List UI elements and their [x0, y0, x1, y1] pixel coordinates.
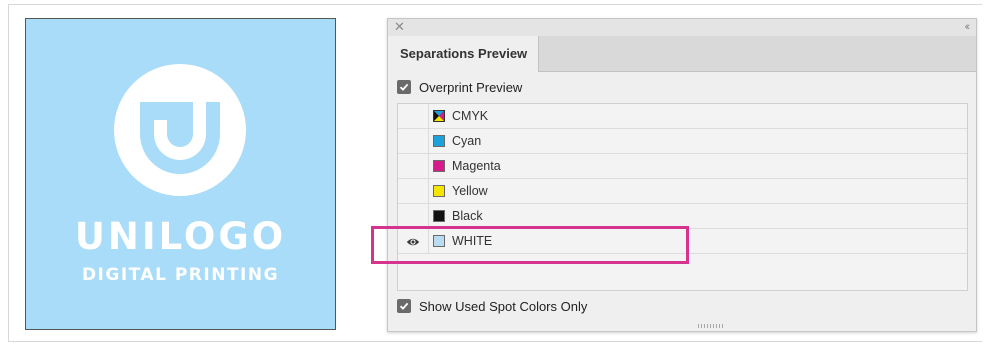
double-chevron-icon[interactable]: ‹‹ — [965, 20, 971, 34]
separation-row-magenta[interactable]: Magenta — [398, 154, 967, 179]
overprint-preview-option[interactable]: Overprint Preview — [397, 79, 522, 95]
overprint-preview-label: Overprint Preview — [419, 79, 523, 95]
tab-separations-preview[interactable]: Separations Preview — [388, 36, 539, 72]
brand-tagline: DIGITAL PRINTING — [81, 265, 280, 285]
resize-grip[interactable] — [698, 324, 724, 328]
yellow-swatch — [433, 185, 445, 197]
visibility-toggle[interactable] — [398, 179, 429, 204]
visibility-toggle[interactable] — [398, 129, 429, 154]
visibility-toggle[interactable] — [398, 154, 429, 179]
brand-name: UNILOGO — [74, 215, 287, 258]
separation-label: CMYK — [452, 109, 489, 123]
separations-preview-panel: ✕ ‹‹ Separations Preview Overprint Previ… — [387, 18, 977, 332]
show-used-spot-colors-checkbox[interactable] — [397, 299, 411, 313]
separation-row-cmyk[interactable]: CMYK — [398, 104, 967, 129]
show-used-spot-colors-label: Show Used Spot Colors Only — [419, 298, 588, 314]
checkmark-icon — [399, 302, 409, 310]
overprint-preview-checkbox[interactable] — [397, 80, 411, 94]
show-used-spot-colors-option[interactable]: Show Used Spot Colors Only — [397, 298, 587, 314]
close-icon[interactable]: ✕ — [394, 20, 405, 34]
visibility-toggle[interactable] — [398, 104, 429, 129]
separation-label: Magenta — [452, 159, 501, 173]
black-swatch — [433, 210, 445, 222]
artwork-preview: UNILOGO DIGITAL PRINTING — [25, 18, 336, 330]
cmyk-swatch-icon — [433, 110, 445, 122]
highlight-annotation — [371, 226, 689, 264]
separation-row-yellow[interactable]: Yellow — [398, 179, 967, 204]
cyan-swatch — [433, 135, 445, 147]
checkmark-icon — [399, 83, 409, 91]
separation-label: Cyan — [452, 134, 482, 148]
magenta-swatch — [433, 160, 445, 172]
separation-label: Black — [452, 209, 483, 223]
tab-strip: Separations Preview — [388, 36, 976, 72]
panel-titlebar: ✕ ‹‹ — [388, 19, 976, 36]
separation-label: Yellow — [452, 184, 488, 198]
u-circle-logo-icon — [114, 64, 246, 196]
separation-row-cyan[interactable]: Cyan — [398, 129, 967, 154]
